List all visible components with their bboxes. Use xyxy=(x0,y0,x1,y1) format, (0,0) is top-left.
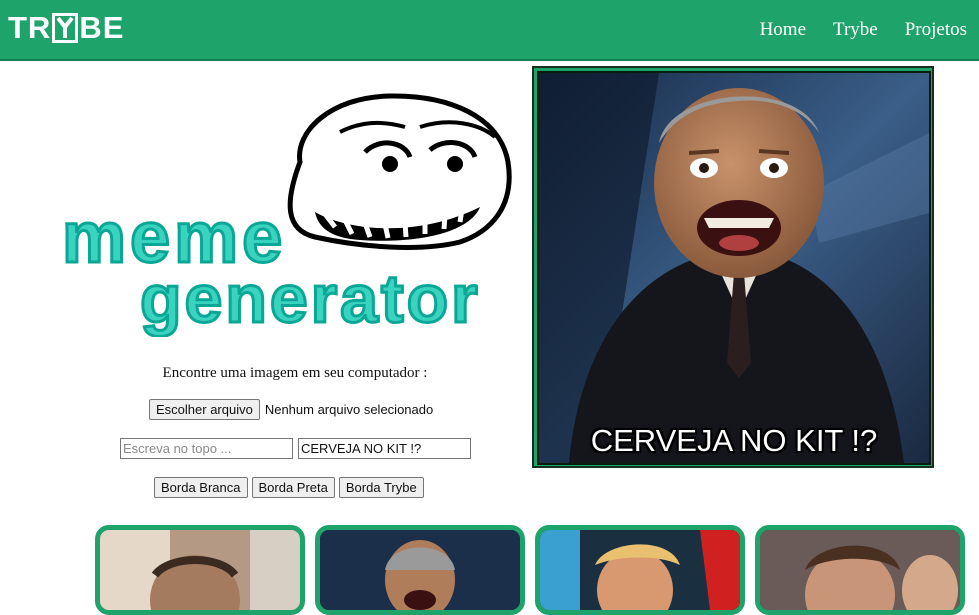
meme-thumbnail-3[interactable] xyxy=(535,525,745,615)
choose-file-button[interactable]: Escolher arquivo xyxy=(149,399,260,420)
meme-caption: CERVEJA NO KIT !? xyxy=(590,423,878,458)
meme-image: CERVEJA NO KIT !? xyxy=(537,71,931,465)
upload-prompt: Encontre uma imagem em seu computador : xyxy=(162,365,428,381)
file-upload: Escolher arquivo Nenhum arquivo selecion… xyxy=(149,399,433,420)
meme-generator-logo: meme generator xyxy=(61,93,512,337)
trybe-logo[interactable]: TR BE xyxy=(8,11,124,45)
main-nav: Home Trybe Projetos xyxy=(760,19,967,41)
thumbnail-photo xyxy=(760,530,960,610)
logo-y-box-icon xyxy=(52,13,79,43)
meme-preview: CERVEJA NO KIT !? xyxy=(532,66,934,468)
trybe-border-button[interactable]: Borda Trybe xyxy=(338,477,424,498)
meme-text-inputs xyxy=(120,438,471,459)
thumbnail-photo xyxy=(540,530,740,610)
nav-trybe-link[interactable]: Trybe xyxy=(833,19,878,41)
nav-projetos-link[interactable]: Projetos xyxy=(905,19,967,41)
troll-face-icon xyxy=(287,93,512,250)
meme-photo xyxy=(539,73,929,463)
top-navbar: TR BE Home Trybe Projetos xyxy=(0,0,979,61)
meme-thumbnail-2[interactable] xyxy=(315,525,525,615)
thumbnail-photo xyxy=(320,530,520,610)
white-border-button[interactable]: Borda Branca xyxy=(154,477,248,498)
top-text-input[interactable] xyxy=(120,438,293,459)
meme-thumbnail-4[interactable] xyxy=(755,525,965,615)
generator-word: generator xyxy=(140,261,481,337)
bottom-text-input[interactable] xyxy=(298,438,471,459)
file-status-text: Nenhum arquivo selecionado xyxy=(264,402,434,417)
thumbnail-photo xyxy=(100,530,300,610)
meme-thumbnail-1[interactable] xyxy=(95,525,305,615)
nav-home-link[interactable]: Home xyxy=(760,19,806,41)
border-buttons: Borda Branca Borda Preta Borda Trybe xyxy=(154,477,424,498)
black-border-button[interactable]: Borda Preta xyxy=(251,477,335,498)
